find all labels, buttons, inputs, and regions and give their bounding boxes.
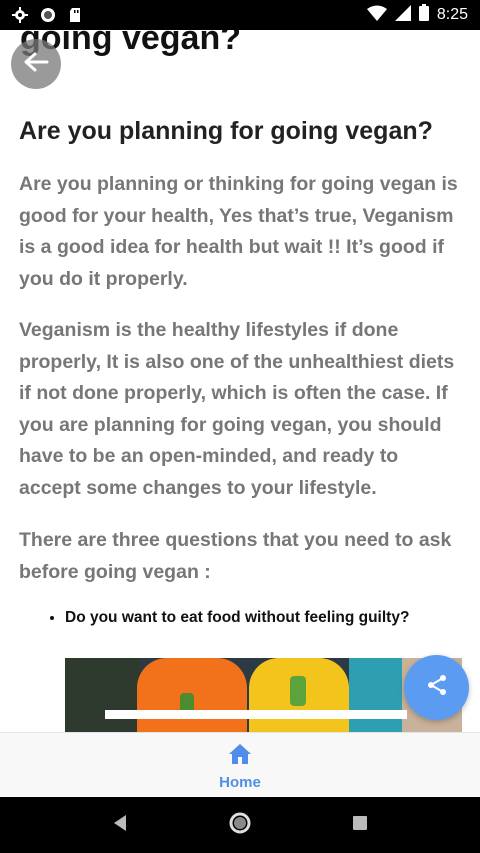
article-paragraph-3: There are three questions that you need …	[19, 529, 452, 583]
square-recents-icon	[352, 815, 368, 836]
circle-home-icon	[229, 812, 251, 839]
triangle-back-icon	[112, 814, 128, 837]
status-bar: 8:25	[0, 0, 480, 30]
back-button[interactable]	[11, 39, 61, 89]
image-avocado-region	[65, 658, 140, 732]
bottom-navigation: Home	[0, 732, 480, 797]
nav-home-tab[interactable]: Home	[180, 733, 300, 797]
status-time: 8:25	[436, 6, 468, 23]
share-icon	[425, 673, 449, 702]
nav-home-label: Home	[219, 774, 261, 791]
status-right-icons: 8:25	[366, 4, 468, 26]
arrow-left-icon	[23, 51, 49, 78]
image-teal-bowl-region	[349, 658, 404, 732]
image-overlay-line	[105, 710, 407, 719]
list-item: Do you want to eat food without feeling …	[65, 607, 464, 629]
system-recents-button[interactable]	[340, 805, 380, 845]
system-home-button[interactable]	[220, 805, 260, 845]
system-back-button[interactable]	[100, 805, 140, 845]
record-icon	[40, 7, 56, 23]
share-button[interactable]	[404, 655, 469, 720]
article-content[interactable]: going vegan? Are you planning for going …	[0, 30, 480, 732]
signal-icon	[394, 4, 411, 26]
battery-icon	[418, 4, 429, 26]
system-navigation-bar	[0, 797, 480, 853]
article-heading: Are you planning for going vegan?	[19, 117, 433, 145]
wifi-icon	[366, 5, 387, 26]
article-paragraph-1: Are you planning or thinking for going v…	[19, 173, 458, 290]
image-pepper-stem	[290, 676, 306, 706]
home-icon	[228, 743, 252, 770]
vegetables-image	[65, 658, 462, 732]
sd-card-icon	[68, 7, 84, 23]
questions-list: Do you want to eat food without feeling …	[44, 607, 464, 629]
status-left-icons	[12, 7, 84, 23]
article-paragraph-2: Veganism is the healthy lifestyles if do…	[19, 319, 455, 499]
gear-icon	[12, 7, 28, 23]
